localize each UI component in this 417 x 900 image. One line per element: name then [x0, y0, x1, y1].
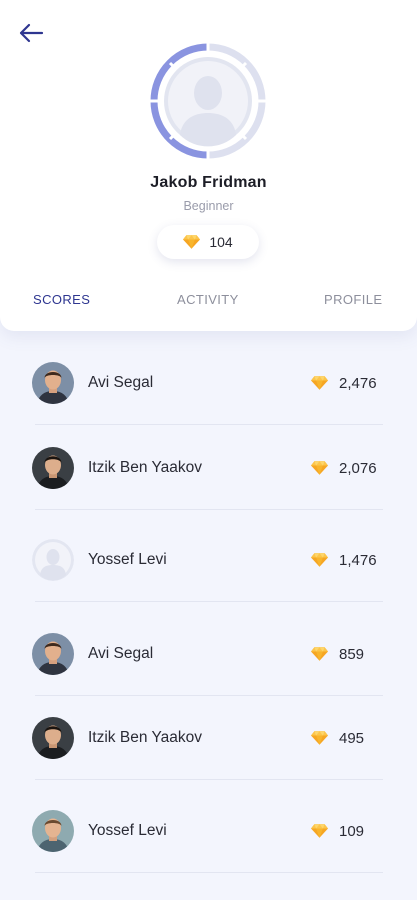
player-score: 859	[311, 624, 364, 684]
divider	[35, 872, 383, 873]
divider	[35, 424, 383, 425]
diamond-icon	[311, 731, 328, 745]
gems-count: 104	[209, 234, 233, 250]
player-score: 109	[311, 801, 364, 861]
user-level: Beginner	[183, 199, 234, 213]
score-value: 859	[339, 645, 365, 663]
diamond-icon	[311, 553, 328, 567]
back-button[interactable]	[16, 20, 46, 46]
score-value: 109	[339, 822, 365, 840]
leaderboard-screen: Jakob Fridman Beginner 104 SCORES ACTIVI…	[0, 0, 417, 900]
player-score: 2,476	[311, 353, 377, 413]
diamond-icon	[311, 376, 328, 390]
player-score: 495	[311, 708, 364, 768]
tab-bar: SCORES ACTIVITY PROFILE	[0, 292, 417, 314]
avatar	[32, 539, 74, 581]
avatar	[32, 717, 74, 759]
avatar	[32, 362, 74, 404]
diamond-icon	[311, 461, 328, 475]
list-item[interactable]: Yossef Levi 109	[32, 801, 383, 861]
tab-scores[interactable]: SCORES	[33, 292, 90, 307]
divider	[35, 779, 383, 780]
list-item[interactable]: Avi Segal 2,476	[32, 353, 383, 413]
gems-balance: 104	[157, 225, 259, 259]
profile-header: Jakob Fridman Beginner 104 SCORES ACTIVI…	[0, 0, 417, 331]
arrow-left-icon	[19, 23, 44, 43]
tab-activity[interactable]: ACTIVITY	[177, 292, 239, 307]
divider	[35, 509, 383, 510]
user-name: Jakob Fridman	[150, 174, 267, 191]
diamond-icon	[311, 824, 328, 838]
divider	[35, 601, 383, 602]
profile-avatar	[150, 43, 266, 159]
tab-profile[interactable]: PROFILE	[324, 292, 382, 307]
list-item[interactable]: Yossef Levi 1,476	[32, 530, 383, 590]
list-item[interactable]: Itzik Ben Yaakov 495	[32, 708, 383, 768]
list-item[interactable]: Avi Segal 859	[32, 624, 383, 684]
avatar	[32, 633, 74, 675]
player-score: 2,076	[311, 438, 377, 498]
diamond-icon	[311, 647, 328, 661]
score-value: 495	[339, 729, 365, 747]
score-value: 1,476	[339, 551, 377, 569]
score-value: 2,476	[339, 374, 377, 392]
player-score: 1,476	[311, 530, 377, 590]
list-item[interactable]: Itzik Ben Yaakov 2,076	[32, 438, 383, 498]
divider	[35, 695, 383, 696]
diamond-icon	[183, 235, 200, 249]
avatar	[32, 447, 74, 489]
avatar	[32, 810, 74, 852]
user-silhouette-icon	[32, 539, 74, 581]
score-value: 2,076	[339, 459, 377, 477]
